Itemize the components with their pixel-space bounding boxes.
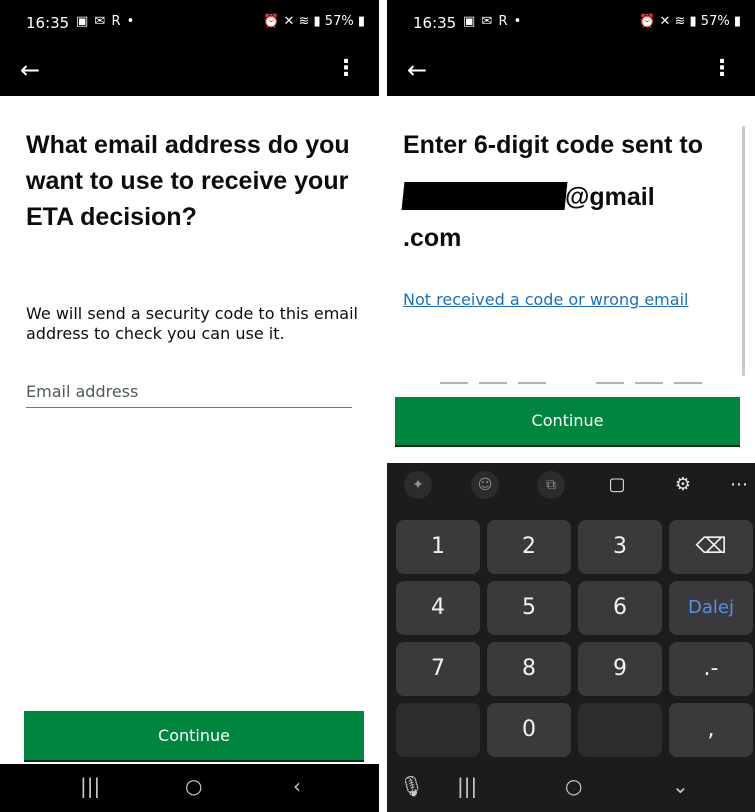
sparkle-icon[interactable]: ✦ — [404, 471, 432, 499]
continue-button[interactable]: Continue — [395, 397, 740, 447]
status-bar: 16:35 ▣ ✉ R • ⏰ ✕ ≋ ▮ 57% ▮ — [0, 0, 379, 46]
key-5[interactable]: 5 — [487, 581, 571, 635]
minus-key[interactable]: .- — [669, 642, 753, 696]
recent-apps-icon[interactable]: ||| — [457, 774, 477, 798]
status-time: 16:35 — [413, 14, 457, 32]
clipboard-icon[interactable]: ▢ — [603, 471, 631, 499]
numeric-keyboard: ✦ ☺ ⧉ ▢ ⚙ ⋯ 1 2 3 ⌫ 4 5 6 Dalej 7 8 9 .-… — [387, 463, 755, 812]
nav-back-icon[interactable]: ‹ — [293, 774, 301, 798]
keyboard-toolbar: ✦ ☺ ⧉ ▢ ⚙ ⋯ — [387, 463, 755, 507]
empty-key — [578, 703, 662, 757]
key-3[interactable]: 3 — [578, 520, 662, 574]
android-nav-bar: ||| ○ ‹ — [0, 764, 379, 812]
sticker-icon[interactable]: ⧉ — [537, 471, 565, 499]
code-digit-slot[interactable] — [479, 366, 507, 384]
back-arrow-icon[interactable]: ← — [20, 56, 40, 84]
settings-icon[interactable]: ⚙ — [669, 471, 697, 499]
phone-screen-email: 16:35 ▣ ✉ R • ⏰ ✕ ≋ ▮ 57% ▮ ← ⋮ What ema… — [0, 0, 379, 812]
code-digit-slot[interactable] — [674, 366, 702, 384]
battery-level: 57% — [324, 14, 354, 29]
home-icon[interactable]: ○ — [565, 774, 582, 798]
key-9[interactable]: 9 — [578, 642, 662, 696]
key-2[interactable]: 2 — [487, 520, 571, 574]
email-field[interactable] — [26, 380, 352, 408]
notification-icons: ▣ ✉ R • — [76, 14, 136, 29]
system-status-icons: ⏰ ✕ ≋ ▮ 57% ▮ — [639, 14, 741, 29]
hint-text: We will send a security code to this ema… — [26, 304, 358, 343]
emoji-icon[interactable]: ☺ — [471, 471, 499, 499]
app-bar: ← ⋮ — [0, 46, 379, 96]
scrollbar[interactable] — [742, 126, 745, 376]
more-icon[interactable]: ⋯ — [725, 471, 753, 499]
redacted-email-block — [401, 182, 568, 210]
home-icon[interactable]: ○ — [185, 774, 202, 798]
empty-key — [396, 703, 480, 757]
phone-screen-code: 16:35 ▣ ✉ R • ⏰ ✕ ≋ ▮ 57% ▮ ← ⋮ Enter 6-… — [387, 0, 755, 812]
email-tld: .com — [403, 224, 462, 252]
key-0[interactable]: 0 — [487, 703, 571, 757]
key-7[interactable]: 7 — [396, 642, 480, 696]
key-1[interactable]: 1 — [396, 520, 480, 574]
screenshot-divider — [379, 0, 387, 812]
resend-code-link[interactable]: Not received a code or wrong email — [403, 290, 688, 309]
backspace-icon: ⌫ — [695, 534, 727, 559]
comma-key[interactable]: , — [669, 703, 753, 757]
microphone-icon[interactable]: 🎙 — [399, 774, 424, 798]
key-8[interactable]: 8 — [487, 642, 571, 696]
code-digit-slot[interactable] — [518, 366, 546, 384]
code-digit-slot[interactable] — [596, 366, 624, 384]
email-domain: @gmail — [565, 183, 655, 211]
battery-level: 57% — [700, 14, 730, 29]
more-options-icon[interactable]: ⋮ — [711, 56, 733, 81]
key-6[interactable]: 6 — [578, 581, 662, 635]
continue-button[interactable]: Continue — [24, 711, 364, 762]
notification-icons: ▣ ✉ R • — [463, 14, 523, 29]
code-digit-slot[interactable] — [635, 366, 663, 384]
backspace-key[interactable]: ⌫ — [669, 520, 753, 574]
back-arrow-icon[interactable]: ← — [407, 56, 427, 84]
app-bar: ← ⋮ — [387, 46, 755, 96]
key-4[interactable]: 4 — [396, 581, 480, 635]
code-digit-slot[interactable] — [440, 366, 468, 384]
status-time: 16:35 — [26, 14, 70, 32]
status-bar: 16:35 ▣ ✉ R • ⏰ ✕ ≋ ▮ 57% ▮ — [387, 0, 755, 46]
hide-keyboard-icon[interactable]: ⌄ — [672, 774, 689, 798]
system-status-icons: ⏰ ✕ ≋ ▮ 57% ▮ — [263, 14, 365, 29]
recent-apps-icon[interactable]: ||| — [80, 774, 100, 798]
more-options-icon[interactable]: ⋮ — [335, 56, 357, 81]
android-nav-bar: 🎙 ||| ○ ⌄ — [387, 764, 755, 812]
page-title: What email address do you want to use to… — [26, 131, 350, 231]
page-title: Enter 6-digit code sent to — [403, 131, 704, 159]
next-key[interactable]: Dalej — [669, 581, 753, 635]
